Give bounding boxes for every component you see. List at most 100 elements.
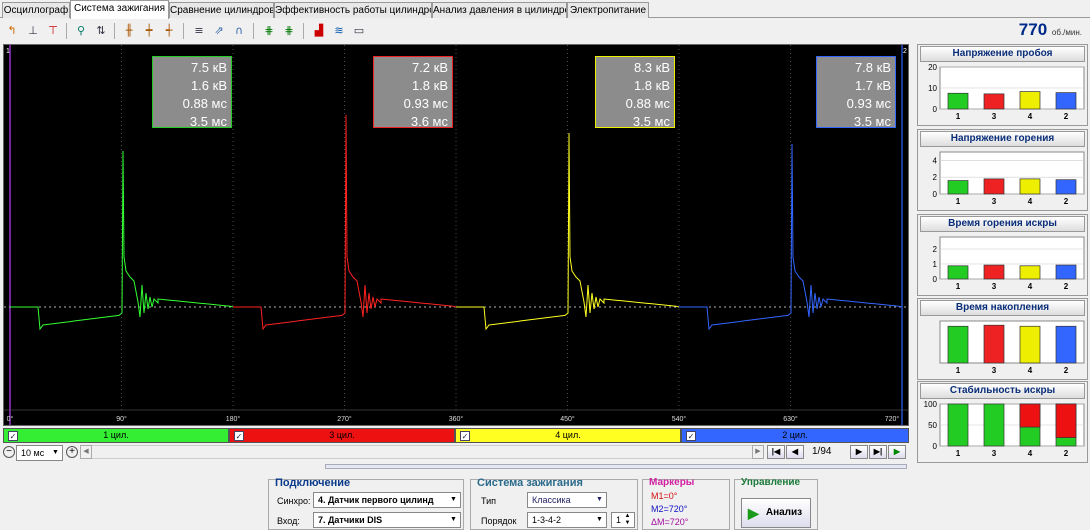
cylinder-info-box: 7.2 кВ 1.8 кВ 0.93 мс 3.6 мс <box>373 56 453 129</box>
bar-cyl-2 <box>1055 325 1077 364</box>
lines-icon[interactable]: ≡ <box>190 22 208 40</box>
category-label: 1 <box>956 366 961 375</box>
bar-chart-icon[interactable]: ▟ <box>310 22 328 40</box>
analyze-button[interactable]: ▶ Анализ <box>741 498 811 528</box>
offset-icon[interactable]: ┽ <box>160 22 178 40</box>
timebase-value: 10 мс <box>21 448 45 458</box>
angle-tick-label: 360° <box>449 415 464 423</box>
cursor-tool-icon[interactable]: ↰ <box>3 22 21 40</box>
trigger-rise-icon[interactable]: ⊥ <box>24 22 42 40</box>
play-icon: ▶ <box>748 505 759 521</box>
bar-chart: 1 3 4 2 <box>939 320 1085 375</box>
marker-delta: ΔM=720° <box>651 517 689 527</box>
prev-page-icon[interactable]: ◀ <box>786 445 804 459</box>
wave-stack-icon[interactable]: ≋ <box>330 22 348 40</box>
info-value: 7.5 кВ <box>190 60 227 75</box>
ignition-title: Система зажигания <box>477 477 583 489</box>
oscilloscope-display[interactable]: 1 2 0° 90° 180° 270° 360° 450° 540° 630° 720° 7.5 … <box>3 44 909 426</box>
cylinder-2-label: 2 цил. <box>782 430 808 440</box>
cylinder-2-checkbox[interactable]: ✓ <box>686 431 696 441</box>
cylinder-3-label: 3 цил. <box>329 430 355 440</box>
toolbar: ↰ ⊥ ⊤ ⚲ ⇅ ╫ ┿ ┽ ≡ ⇗ ∩ ⋕ ⋕ ▟ ≋ ▭ <box>0 19 1090 43</box>
category-label: 1 <box>956 112 961 121</box>
tab-ignition-system[interactable]: Система зажигания <box>70 0 169 19</box>
bar-cyl-3 <box>983 403 1005 447</box>
scale-icon[interactable]: ⇗ <box>210 22 228 40</box>
y-tick-label: 2 <box>933 173 938 182</box>
angle-tick-label: 540° <box>672 415 687 423</box>
cylinder-3-tab[interactable]: ✓ 3 цил. <box>229 428 455 443</box>
angle-tick-label: 0° <box>7 415 14 423</box>
category-label: 2 <box>1064 366 1069 375</box>
cylinder-1-tab[interactable]: ✓ 1 цил. <box>3 428 229 443</box>
input-value: 7. Датчики DIS <box>318 515 383 525</box>
waveform-canvas: 1 2 0° 90° 180° 270° 360° 450° 540° 630° 720° <box>4 45 908 425</box>
angle-tick-label: 90° <box>116 415 127 423</box>
marker-1-label: 1 <box>6 48 10 55</box>
filter-icon[interactable]: ⋕ <box>260 22 278 40</box>
next-page-icon[interactable]: ▶ <box>850 445 868 459</box>
chart-title: Стабильность искры <box>920 383 1085 399</box>
rpm-value: 770 <box>1018 20 1048 39</box>
cylinder-4-checkbox[interactable]: ✓ <box>460 431 470 441</box>
horizontal-splitter[interactable] <box>325 464 907 469</box>
tab-power-supply[interactable]: Электропитание <box>567 2 649 18</box>
play-icon[interactable]: ▶ <box>888 445 906 459</box>
align-icon[interactable]: ┿ <box>140 22 158 40</box>
angle-tick-label: 450° <box>560 415 575 423</box>
category-label: 3 <box>992 282 997 291</box>
layout-icon[interactable]: ▭ <box>350 22 368 40</box>
chart-panel-2: Напряжение горения 4 2 0 1 3 4 2 <box>917 129 1088 211</box>
order-stepper[interactable]: 1 ▲ ▼ <box>611 512 635 528</box>
cylinder-1-checkbox[interactable]: ✓ <box>8 431 18 441</box>
cylinder-info-box: 8.3 кВ 1.8 кВ 0.88 мс 3.5 мс <box>595 56 675 129</box>
info-value: 7.8 кВ <box>854 60 891 75</box>
rpm-readout: 770 об./мин. <box>1019 20 1082 40</box>
timeline-scrollbar[interactable] <box>92 445 752 459</box>
bar-cyl-3 <box>983 178 1005 195</box>
info-value: 3.5 мс <box>853 114 891 129</box>
scroll-left-icon[interactable]: ◀ <box>80 445 92 459</box>
cylinder-3-checkbox[interactable]: ✓ <box>234 431 244 441</box>
cylinder-info-box: 7.8 кВ 1.7 кВ 0.93 мс 3.5 мс <box>816 56 896 129</box>
sync-select[interactable]: 4. Датчик первого цилинд ▼ <box>313 492 461 508</box>
invert-icon[interactable]: ⇅ <box>92 22 110 40</box>
zoom-out-icon[interactable]: − <box>3 446 15 458</box>
bar-cyl-2 <box>1055 264 1077 280</box>
filter2-icon[interactable]: ⋕ <box>280 22 298 40</box>
markers-title: Маркеры <box>649 477 695 488</box>
info-value: 1.7 кВ <box>854 78 891 93</box>
input-select[interactable]: 7. Датчики DIS ▼ <box>313 512 461 528</box>
last-page-icon[interactable]: ▶| <box>869 445 887 459</box>
zoom-in-icon[interactable]: + <box>66 446 78 458</box>
info-value: 3.5 мс <box>632 114 670 129</box>
chevron-down-icon: ▼ <box>596 496 603 503</box>
chart-panel-3: Время горения искры 2 1 0 1 3 4 2 <box>917 214 1088 296</box>
cylinder-2-tab[interactable]: ✓ 2 цил. <box>681 428 909 443</box>
probe-icon[interactable]: ⚲ <box>72 22 90 40</box>
timebase-select[interactable]: 10 мс ▼ <box>16 445 63 461</box>
loop-icon[interactable]: ∩ <box>230 22 248 40</box>
tab-cylinder-pressure[interactable]: Анализ давления в цилиндре <box>432 2 567 18</box>
trigger-fall-icon[interactable]: ⊤ <box>44 22 62 40</box>
order-select[interactable]: 1-3-4-2 ▼ <box>527 512 607 528</box>
category-label: 2 <box>1064 112 1069 121</box>
marker-m2: M2=720° <box>651 504 688 514</box>
markers-panel: Маркеры M1=0° M2=720° ΔM=720° <box>642 477 730 530</box>
tab-cylinder-efficiency[interactable]: Эффективность работы цилиндров <box>274 2 432 18</box>
cylinder-4-tab[interactable]: ✓ 4 цил. <box>455 428 681 443</box>
y-tick-label: 10 <box>928 84 937 93</box>
first-page-icon[interactable]: |◀ <box>767 445 785 459</box>
scroll-right-icon[interactable]: ▶ <box>752 445 764 459</box>
category-label: 1 <box>956 449 961 458</box>
grid-toggle-icon[interactable]: ╫ <box>120 22 138 40</box>
marker-2-label: 2 <box>903 48 907 55</box>
category-label: 2 <box>1064 197 1069 206</box>
cylinder-info-box: 7.5 кВ 1.6 кВ 0.88 мс 3.5 мс <box>152 56 232 129</box>
chart-panel-5: Стабильность искры 100 50 0 1 3 4 2 <box>917 381 1088 463</box>
tab-cylinder-comparison[interactable]: Сравнение цилиндров <box>169 2 274 18</box>
category-label: 1 <box>956 282 961 291</box>
bar-cyl-1 <box>947 180 969 195</box>
type-select[interactable]: Классика ▼ <box>527 492 607 508</box>
tab-oscilloscope[interactable]: Осциллограф <box>2 2 70 18</box>
